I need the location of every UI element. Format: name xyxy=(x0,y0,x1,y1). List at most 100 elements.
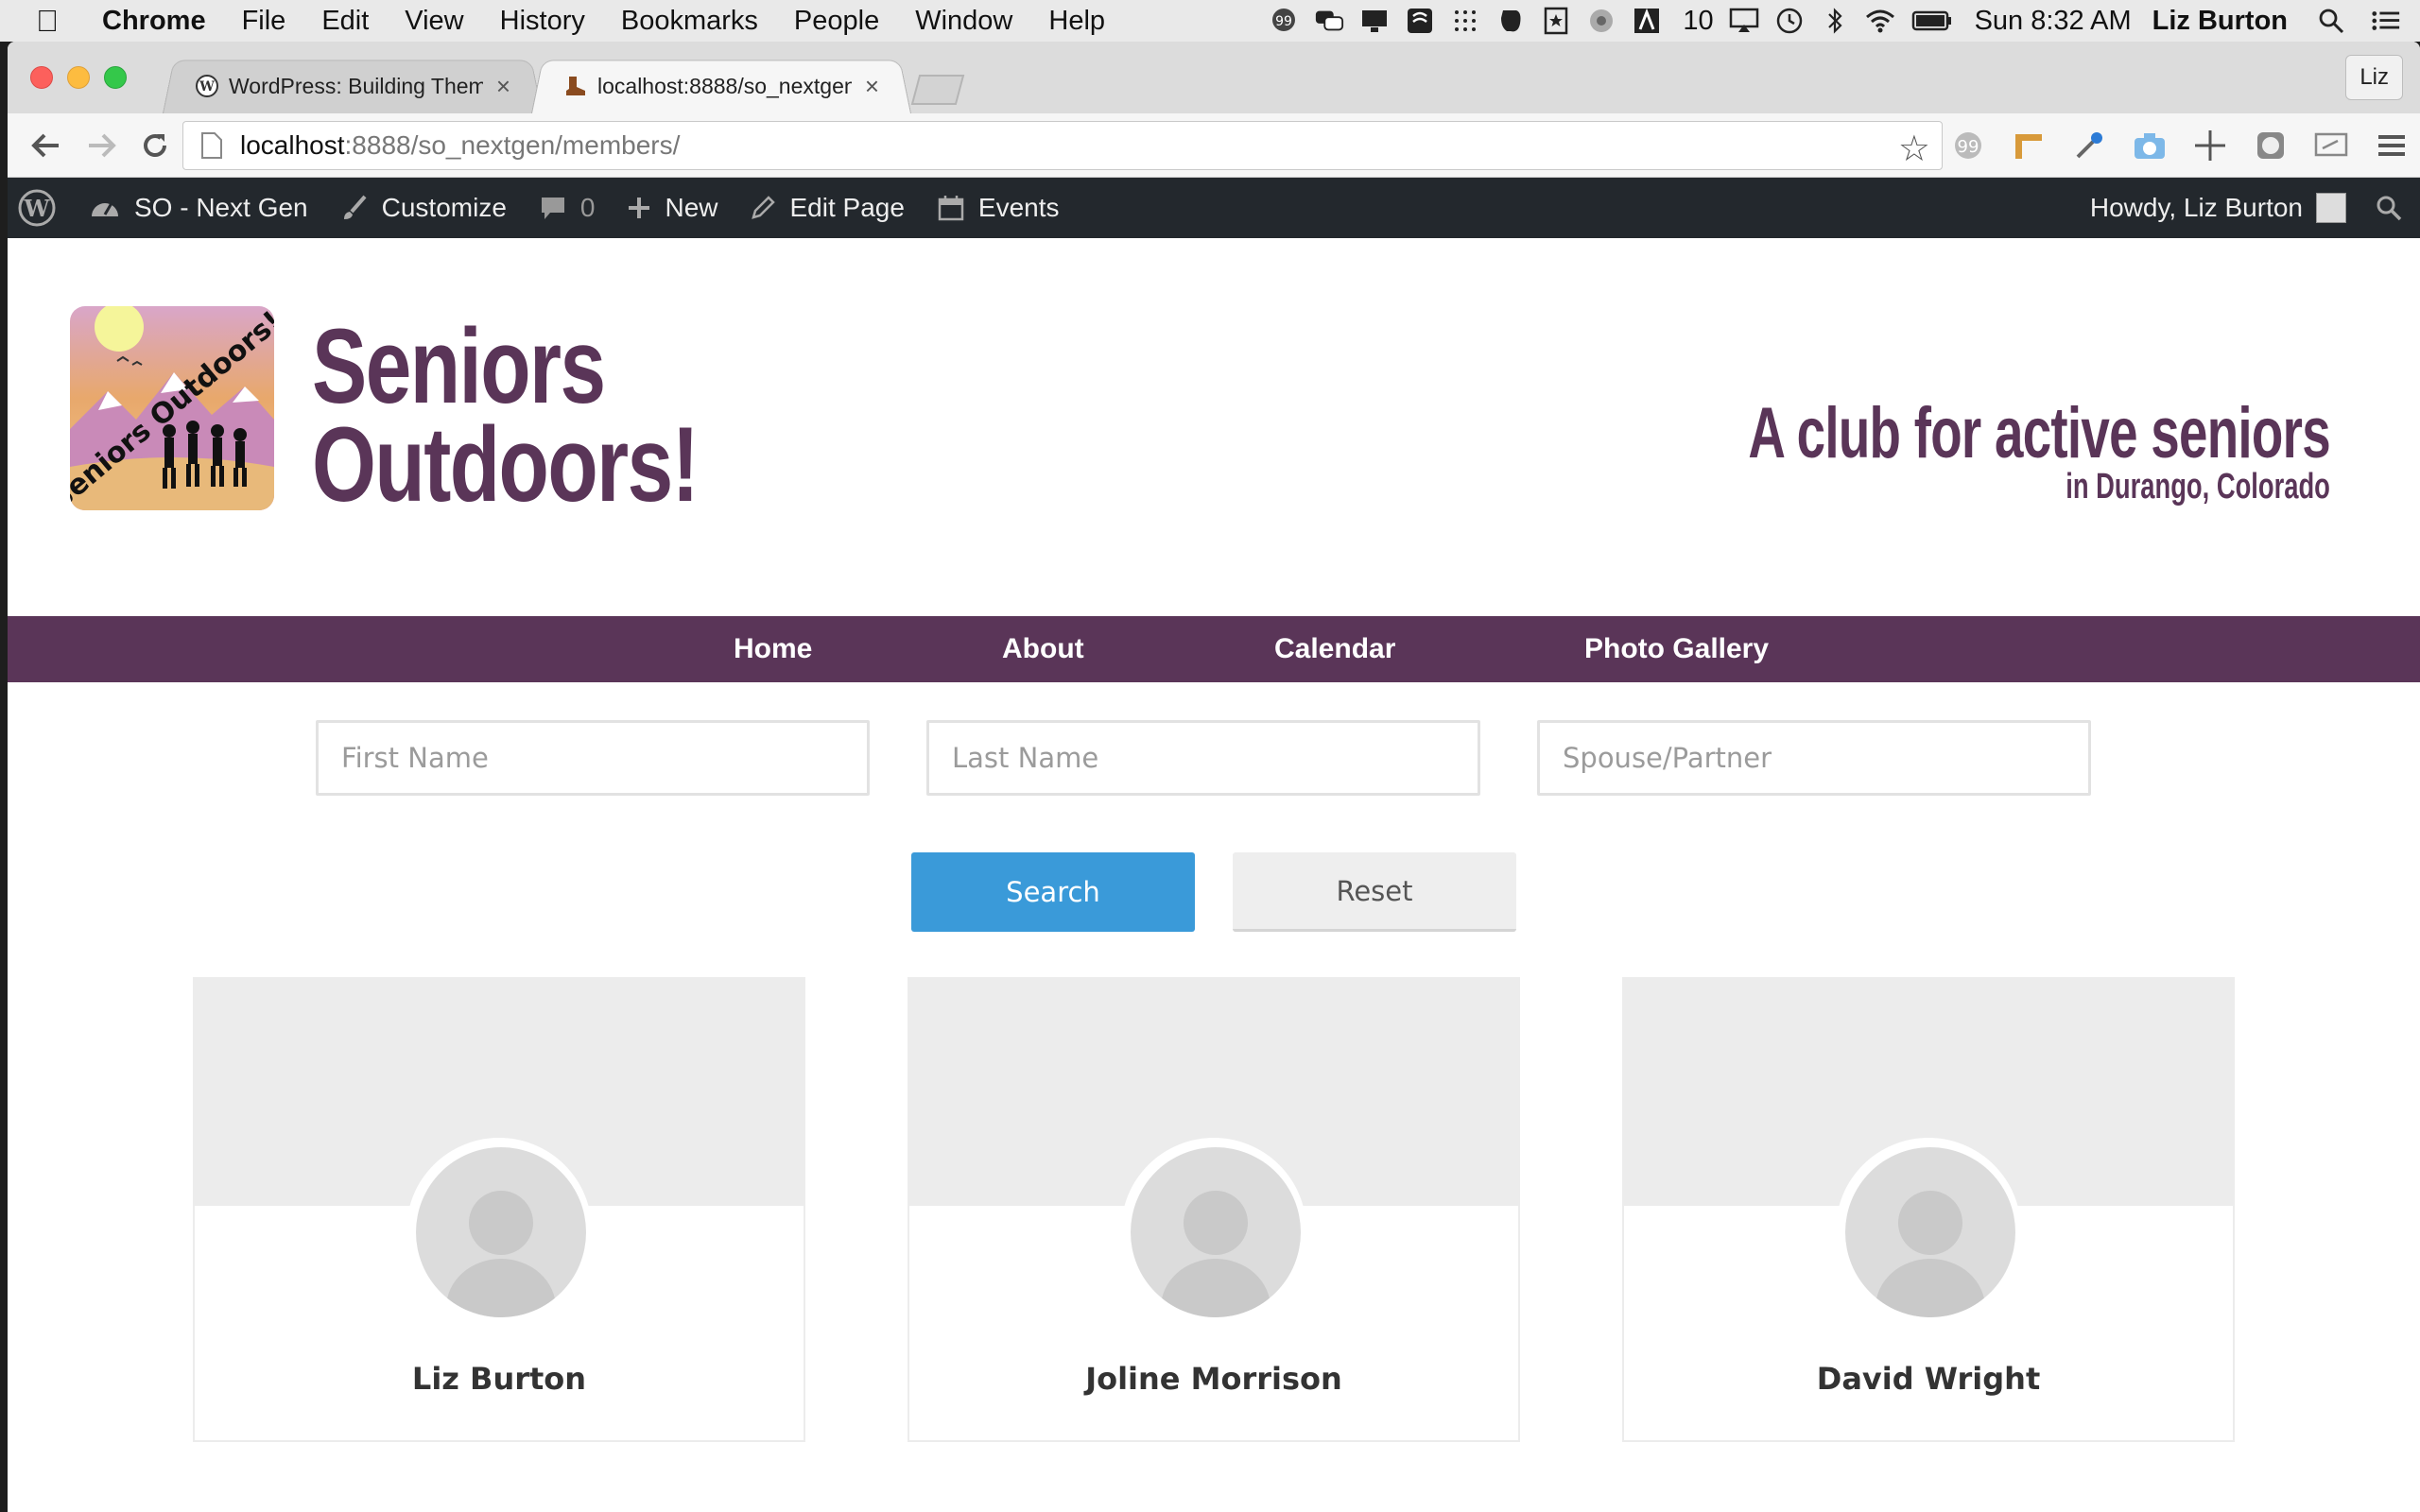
spouse-partner-input[interactable] xyxy=(1537,720,2091,796)
tab-localhost[interactable]: localhost:8888/so_nextgen × xyxy=(530,59,912,114)
wp-events-link[interactable]: Events xyxy=(937,193,1060,223)
shield-extension-icon[interactable] xyxy=(2250,125,2291,166)
page-icon xyxy=(200,131,223,160)
window-minimize-button[interactable] xyxy=(67,66,90,89)
camera-extension-icon[interactable] xyxy=(2129,125,2170,166)
wp-logo-icon[interactable]: W xyxy=(17,188,57,228)
menu-view[interactable]: View xyxy=(405,6,463,37)
site-title[interactable]: Seniors Outdoors! xyxy=(312,307,700,518)
wp-customize-link[interactable]: Customize xyxy=(340,193,507,223)
tab-close-icon[interactable]: × xyxy=(865,72,879,101)
bose-icon[interactable] xyxy=(1405,7,1435,35)
dashboard-gauge-icon xyxy=(89,194,121,222)
member-card[interactable]: David Wright xyxy=(1622,977,2235,1442)
screen-share-icon[interactable] xyxy=(1359,7,1390,35)
nav-about[interactable]: About xyxy=(1002,616,1084,682)
nav-calendar[interactable]: Calendar xyxy=(1274,616,1395,682)
default-avatar-icon[interactable] xyxy=(1845,1147,2015,1317)
menu-edit[interactable]: Edit xyxy=(321,6,369,37)
window-close-button[interactable] xyxy=(30,66,53,89)
quote-extension-icon[interactable]: 99 xyxy=(1947,125,1989,166)
eyedropper-extension-icon[interactable] xyxy=(2068,125,2110,166)
url-host: localhost xyxy=(240,130,345,160)
svg-text:99: 99 xyxy=(1958,137,1979,157)
menu-people[interactable]: People xyxy=(794,6,879,37)
url-path: :8888/so_nextgen/members/ xyxy=(344,130,681,160)
airplay-icon[interactable] xyxy=(1729,7,1759,35)
default-avatar-icon[interactable] xyxy=(416,1147,586,1317)
boot-favicon-icon xyxy=(563,74,588,98)
menu-app-chrome[interactable]: Chrome xyxy=(102,6,206,37)
wifi-icon[interactable] xyxy=(1865,7,1895,35)
spotlight-search-icon[interactable] xyxy=(2316,7,2346,35)
svg-text:W: W xyxy=(24,195,51,222)
wp-howdy-account[interactable]: Howdy, Liz Burton xyxy=(2090,193,2303,223)
wp-new-link[interactable]: New xyxy=(627,193,717,223)
address-bar[interactable]: localhost:8888/so_nextgen/members/ ☆ xyxy=(182,121,1943,170)
evernote-icon[interactable] xyxy=(1495,7,1526,35)
reload-icon[interactable] xyxy=(136,127,174,164)
bookmark-star-icon[interactable] xyxy=(1541,7,1571,35)
menubar-clock[interactable]: Sun 8:32 AM xyxy=(1975,6,2132,37)
member-name[interactable]: David Wright xyxy=(1624,1361,2233,1397)
tab-close-icon[interactable]: × xyxy=(496,72,510,101)
forward-arrow-icon[interactable] xyxy=(83,127,121,164)
menu-window[interactable]: Window xyxy=(915,6,1012,37)
disk-utility-icon[interactable] xyxy=(1586,7,1616,35)
grid-dots-icon[interactable] xyxy=(1450,7,1480,35)
site-title-line1: Seniors xyxy=(312,307,606,425)
chat-bubble-icon[interactable]: 99 xyxy=(1269,7,1299,35)
tray-badge-count: 10 xyxy=(1683,5,1714,36)
wp-new-label: New xyxy=(665,193,718,222)
wp-edit-page-label: Edit Page xyxy=(789,193,905,222)
nav-home[interactable]: Home xyxy=(734,616,812,682)
first-name-input[interactable] xyxy=(316,720,870,796)
profile-button[interactable]: Liz xyxy=(2345,55,2403,100)
member-name[interactable]: Joline Morrison xyxy=(909,1361,1518,1397)
screen-resize-extension-icon[interactable] xyxy=(2310,125,2352,166)
calendar-icon xyxy=(937,194,965,222)
crosshair-extension-icon[interactable] xyxy=(2189,125,2231,166)
site-logo[interactable]: Seniors Outdoors! xyxy=(70,306,274,510)
reset-button[interactable]: Reset xyxy=(1233,852,1516,932)
chrome-menu-icon[interactable] xyxy=(2371,125,2412,166)
macos-menubar:  Chrome File Edit View History Bookmark… xyxy=(0,0,2420,42)
menu-help[interactable]: Help xyxy=(1048,6,1105,37)
notification-center-icon[interactable] xyxy=(2371,7,2401,35)
bluetooth-icon[interactable] xyxy=(1820,7,1850,35)
member-card[interactable]: Liz Burton xyxy=(193,977,805,1442)
extension-icons: 99 xyxy=(1947,125,2420,166)
messages-icon[interactable] xyxy=(1314,7,1344,35)
wp-user-avatar[interactable] xyxy=(2316,193,2346,223)
search-button[interactable]: Search xyxy=(911,852,1195,932)
new-tab-button[interactable] xyxy=(910,74,965,106)
menu-history[interactable]: History xyxy=(500,6,585,37)
comment-bubble-icon xyxy=(539,194,567,222)
tab-strip: W WordPress: Building Theme × localhost:… xyxy=(8,42,2420,114)
menubar-tray: 99 10 Sun 8:32 AM Liz Burton xyxy=(1253,0,2401,42)
back-arrow-icon[interactable] xyxy=(26,127,64,164)
wp-customize-label: Customize xyxy=(381,193,507,222)
menu-bookmarks[interactable]: Bookmarks xyxy=(621,6,758,37)
menu-file[interactable]: File xyxy=(242,6,286,37)
site-tagline: A club for active seniors in Durango, Co… xyxy=(1522,398,2330,506)
wordpress-favicon-icon: W xyxy=(195,74,219,98)
wp-site-link[interactable]: SO - Next Gen xyxy=(89,193,308,223)
tab-wordpress[interactable]: W WordPress: Building Theme × xyxy=(162,59,544,114)
default-avatar-icon[interactable] xyxy=(1131,1147,1301,1317)
member-name[interactable]: Liz Burton xyxy=(195,1361,804,1397)
apple-menu-icon[interactable]:  xyxy=(36,4,74,39)
bookmark-star-icon[interactable]: ☆ xyxy=(1898,128,1930,170)
wp-comments-link[interactable]: 0 xyxy=(539,193,595,223)
menubar-user[interactable]: Liz Burton xyxy=(2152,6,2288,37)
adobe-icon[interactable] xyxy=(1632,7,1662,35)
window-zoom-button[interactable] xyxy=(104,66,127,89)
last-name-input[interactable] xyxy=(926,720,1480,796)
battery-icon[interactable] xyxy=(1910,7,1954,35)
wp-edit-page-link[interactable]: Edit Page xyxy=(750,193,905,223)
nav-photo-gallery[interactable]: Photo Gallery xyxy=(1584,616,1769,682)
time-machine-icon[interactable] xyxy=(1774,7,1805,35)
wp-search-icon[interactable] xyxy=(2375,194,2403,222)
member-card[interactable]: Joline Morrison xyxy=(908,977,1520,1442)
ruler-extension-icon[interactable] xyxy=(2008,125,2049,166)
